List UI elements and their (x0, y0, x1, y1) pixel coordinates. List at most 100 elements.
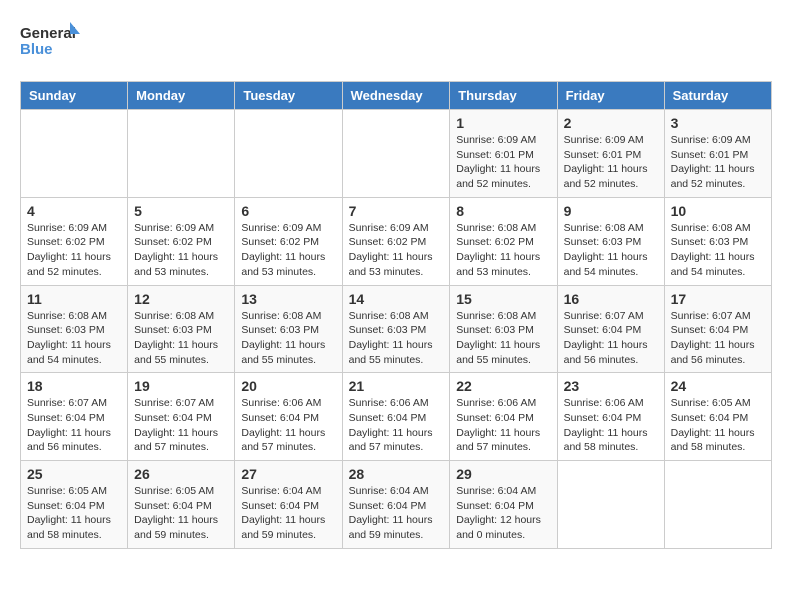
day-info: Sunrise: 6:07 AM Sunset: 6:04 PM Dayligh… (27, 396, 121, 455)
calendar-cell: 11Sunrise: 6:08 AM Sunset: 6:03 PM Dayli… (21, 285, 128, 373)
day-number: 9 (564, 203, 658, 219)
day-number: 1 (456, 115, 550, 131)
calendar-cell (235, 110, 342, 198)
day-info: Sunrise: 6:08 AM Sunset: 6:03 PM Dayligh… (134, 309, 228, 368)
calendar-week-row: 25 Sunrise: 6:05 AM Sunset: 6:04 PM Dayli… (21, 461, 772, 549)
calendar-cell: 2 Sunrise: 6:09 AM Sunset: 6:01 PM Daylig… (557, 110, 664, 198)
column-header-wednesday: Wednesday (342, 82, 450, 110)
day-info: Sunrise: 6:08 AM Sunset: 6:02 PM Dayligh… (456, 221, 550, 280)
calendar-cell: 23 Sunrise: 6:06 AM Sunset: 6:04 PM Dayli… (557, 373, 664, 461)
day-info: Sunrise: 6:09 AM Sunset: 6:01 PM Dayligh… (456, 133, 550, 192)
calendar-cell: 29 Sunrise: 6:04 AM Sunset: 6:04 PM Dayli… (450, 461, 557, 549)
day-info: Sunrise: 6:08 AM Sunset: 6:03 PM Dayligh… (564, 221, 658, 280)
day-info: Sunrise: 6:09 AM Sunset: 6:02 PM Dayligh… (241, 221, 335, 280)
day-number: 12 (134, 291, 228, 307)
calendar-cell: 5 Sunrise: 6:09 AM Sunset: 6:02 PM Daylig… (128, 197, 235, 285)
calendar-cell: 3 Sunrise: 6:09 AM Sunset: 6:01 PM Daylig… (664, 110, 771, 198)
day-info: Sunrise: 6:09 AM Sunset: 6:01 PM Dayligh… (564, 133, 658, 192)
calendar-table: SundayMondayTuesdayWednesdayThursdayFrid… (20, 81, 772, 549)
calendar-week-row: 11 Sunrise: 6:08 AM Sunset: 6:03 PM Dayli… (21, 285, 772, 373)
column-header-sunday: Sunday (21, 82, 128, 110)
day-number: 18 (27, 378, 121, 394)
calendar-cell: 14 Sunrise: 6:08 AM Sunset: 6:03 PM Dayli… (342, 285, 450, 373)
day-number: 8 (456, 203, 550, 219)
day-info: Sunrise: 6:09 AM Sunset: 6:02 PM Dayligh… (27, 221, 121, 280)
day-number: 15 (456, 291, 550, 307)
day-number: 19 (134, 378, 228, 394)
logo: GeneralBlue (20, 20, 80, 65)
day-number: 7 (349, 203, 444, 219)
day-number: 11 (27, 291, 121, 307)
day-number: 26 (134, 466, 228, 482)
calendar-week-row: 18 Sunrise: 6:07 AM Sunset: 6:04 PM Dayli… (21, 373, 772, 461)
calendar-header-row: SundayMondayTuesdayWednesdayThursdayFrid… (21, 82, 772, 110)
day-info: Sunrise: 6:04 AM Sunset: 6:04 PM Dayligh… (349, 484, 444, 543)
day-number: 6 (241, 203, 335, 219)
calendar-cell (664, 461, 771, 549)
calendar-cell: 7 Sunrise: 6:09 AM Sunset: 6:02 PM Daylig… (342, 197, 450, 285)
calendar-cell: 12 Sunrise: 6:08 AM Sunset: 6:03 PM Dayli… (128, 285, 235, 373)
calendar-cell: 1 Sunrise: 6:09 AM Sunset: 6:01 PM Daylig… (450, 110, 557, 198)
column-header-monday: Monday (128, 82, 235, 110)
day-info: Sunrise: 6:05 AM Sunset: 6:04 PM Dayligh… (27, 484, 121, 543)
calendar-cell (342, 110, 450, 198)
calendar-cell: 10 Sunrise: 6:08 AM Sunset: 6:03 PM Dayli… (664, 197, 771, 285)
day-info: Sunrise: 6:06 AM Sunset: 6:04 PM Dayligh… (456, 396, 550, 455)
day-info: Sunrise: 6:09 AM Sunset: 6:02 PM Dayligh… (349, 221, 444, 280)
page-header: GeneralBlue (20, 20, 772, 65)
calendar-cell: 21Sunrise: 6:06 AM Sunset: 6:04 PM Dayli… (342, 373, 450, 461)
day-number: 28 (349, 466, 444, 482)
calendar-cell: 24 Sunrise: 6:05 AM Sunset: 6:04 PM Dayli… (664, 373, 771, 461)
day-info: Sunrise: 6:05 AM Sunset: 6:04 PM Dayligh… (671, 396, 765, 455)
calendar-cell: 27 Sunrise: 6:04 AM Sunset: 6:04 PM Dayli… (235, 461, 342, 549)
column-header-thursday: Thursday (450, 82, 557, 110)
day-info: Sunrise: 6:06 AM Sunset: 6:04 PM Dayligh… (241, 396, 335, 455)
calendar-cell: 25 Sunrise: 6:05 AM Sunset: 6:04 PM Dayli… (21, 461, 128, 549)
day-info: Sunrise: 6:09 AM Sunset: 6:02 PM Dayligh… (134, 221, 228, 280)
day-info: Sunrise: 6:09 AM Sunset: 6:01 PM Dayligh… (671, 133, 765, 192)
day-number: 4 (27, 203, 121, 219)
day-number: 29 (456, 466, 550, 482)
day-info: Sunrise: 6:04 AM Sunset: 6:04 PM Dayligh… (456, 484, 550, 543)
day-info: Sunrise: 6:06 AM Sunset: 6:04 PM Dayligh… (564, 396, 658, 455)
day-number: 2 (564, 115, 658, 131)
day-info: Sunrise: 6:08 AM Sunset: 6:03 PM Dayligh… (456, 309, 550, 368)
calendar-cell: 20 Sunrise: 6:06 AM Sunset: 6:04 PM Dayli… (235, 373, 342, 461)
day-number: 24 (671, 378, 765, 394)
calendar-cell: 6 Sunrise: 6:09 AM Sunset: 6:02 PM Daylig… (235, 197, 342, 285)
day-number: 25 (27, 466, 121, 482)
day-number: 5 (134, 203, 228, 219)
logo-svg: GeneralBlue (20, 20, 80, 65)
day-info: Sunrise: 6:05 AM Sunset: 6:04 PM Dayligh… (134, 484, 228, 543)
day-info: Sunrise: 6:08 AM Sunset: 6:03 PM Dayligh… (671, 221, 765, 280)
day-number: 27 (241, 466, 335, 482)
svg-text:General: General (20, 25, 76, 42)
day-number: 3 (671, 115, 765, 131)
calendar-week-row: 4 Sunrise: 6:09 AM Sunset: 6:02 PM Daylig… (21, 197, 772, 285)
day-info: Sunrise: 6:07 AM Sunset: 6:04 PM Dayligh… (134, 396, 228, 455)
calendar-cell (21, 110, 128, 198)
calendar-cell: 18 Sunrise: 6:07 AM Sunset: 6:04 PM Dayli… (21, 373, 128, 461)
calendar-cell: 15 Sunrise: 6:08 AM Sunset: 6:03 PM Dayli… (450, 285, 557, 373)
calendar-cell (557, 461, 664, 549)
column-header-saturday: Saturday (664, 82, 771, 110)
calendar-cell: 9 Sunrise: 6:08 AM Sunset: 6:03 PM Daylig… (557, 197, 664, 285)
column-header-friday: Friday (557, 82, 664, 110)
day-number: 13 (241, 291, 335, 307)
calendar-cell (128, 110, 235, 198)
day-number: 22 (456, 378, 550, 394)
day-number: 10 (671, 203, 765, 219)
day-info: Sunrise: 6:06 AM Sunset: 6:04 PM Dayligh… (349, 396, 444, 455)
day-number: 16 (564, 291, 658, 307)
column-header-tuesday: Tuesday (235, 82, 342, 110)
calendar-cell: 26 Sunrise: 6:05 AM Sunset: 6:04 PM Dayli… (128, 461, 235, 549)
day-info: Sunrise: 6:08 AM Sunset: 6:03 PM Dayligh… (349, 309, 444, 368)
day-info: Sunrise: 6:07 AM Sunset: 6:04 PM Dayligh… (671, 309, 765, 368)
calendar-cell: 13 Sunrise: 6:08 AM Sunset: 6:03 PM Dayli… (235, 285, 342, 373)
day-info: Sunrise: 6:08 AM Sunset: 6:03 PM Dayligh… (241, 309, 335, 368)
day-number: 20 (241, 378, 335, 394)
day-number: 14 (349, 291, 444, 307)
day-info: Sunrise: 6:04 AM Sunset: 6:04 PM Dayligh… (241, 484, 335, 543)
calendar-cell: 16Sunrise: 6:07 AM Sunset: 6:04 PM Dayli… (557, 285, 664, 373)
day-number: 23 (564, 378, 658, 394)
